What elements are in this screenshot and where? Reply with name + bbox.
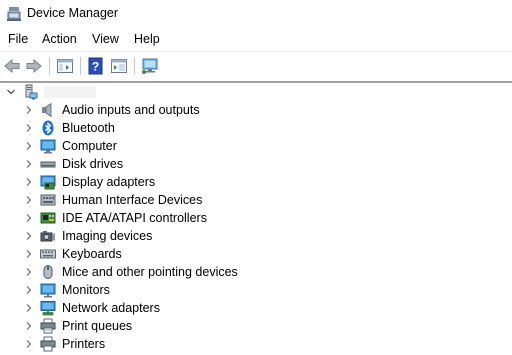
tree-category-label: Imaging devices — [62, 229, 153, 243]
display-adapter-icon — [40, 175, 56, 190]
chevron-right-icon[interactable] — [24, 285, 34, 295]
tree-category-label: IDE ATA/ATAPI controllers — [62, 211, 207, 225]
print-queue-icon — [40, 318, 56, 334]
tree-category-label: Audio inputs and outputs — [62, 103, 200, 117]
forward-arrow-icon[interactable] — [24, 56, 44, 76]
menu-action[interactable]: Action — [42, 32, 77, 46]
tree-category-label: Network adapters — [62, 301, 160, 315]
chevron-right-icon[interactable] — [24, 123, 34, 133]
menu-bar: File Action View Help — [0, 28, 512, 50]
tree-category-label: Bluetooth — [62, 121, 115, 135]
tree-category-row[interactable]: Keyboards — [0, 245, 512, 263]
chevron-right-icon[interactable] — [24, 195, 34, 205]
tree-category-label: Print queues — [62, 319, 133, 333]
help-icon[interactable]: ? — [86, 56, 106, 76]
keyboard-icon — [40, 249, 56, 259]
chevron-right-icon[interactable] — [24, 339, 34, 349]
camera-icon — [40, 231, 55, 242]
chevron-right-icon[interactable] — [24, 141, 34, 151]
svg-text:?: ? — [92, 60, 99, 74]
hid-icon — [40, 194, 56, 206]
speaker-icon — [42, 102, 52, 118]
chevron-right-icon[interactable] — [24, 303, 34, 313]
scan-hardware-monitor-icon[interactable] — [140, 56, 160, 76]
tree-category-label: Printers — [62, 337, 106, 351]
tree-category-row[interactable]: Imaging devices — [0, 227, 512, 245]
tree-category-label: Human Interface Devices — [62, 193, 203, 207]
tree-category-label: Computer — [62, 139, 117, 153]
tree-category-row[interactable]: Human Interface Devices — [0, 191, 512, 209]
toolbar: ? — [0, 51, 512, 79]
title-bar: Device Manager — [0, 0, 512, 28]
toolbar-separator — [49, 57, 50, 75]
show-hide-console-tree-icon[interactable] — [55, 56, 75, 76]
tree-category-row[interactable]: IDE ATA/ATAPI controllers — [0, 209, 512, 227]
menu-file[interactable]: File — [8, 32, 28, 46]
chevron-right-icon[interactable] — [24, 159, 34, 169]
network-adapter-icon — [40, 301, 56, 316]
disk-drive-icon — [40, 161, 56, 168]
chevron-right-icon[interactable] — [24, 267, 34, 277]
device-tree: Audio inputs and outputs Bluetooth Compute… — [0, 83, 512, 355]
bluetooth-icon — [42, 120, 54, 136]
monitor-icon — [40, 283, 56, 298]
device-manager-app-icon — [7, 7, 21, 21]
chevron-right-icon[interactable] — [24, 105, 34, 115]
chevron-right-icon[interactable] — [24, 177, 34, 187]
toolbar-separator — [134, 57, 135, 75]
chevron-right-icon[interactable] — [24, 231, 34, 241]
computer-root-icon — [25, 84, 38, 100]
tree-category-row[interactable]: Network adapters — [0, 299, 512, 317]
chevron-right-icon[interactable] — [24, 213, 34, 223]
chevron-down-icon[interactable] — [6, 87, 16, 97]
toolbar-separator — [80, 57, 81, 75]
tree-category-row[interactable]: Mice and other pointing devices — [0, 263, 512, 281]
ide-controller-icon — [40, 212, 56, 224]
computer-name — [44, 86, 96, 98]
menu-help[interactable]: Help — [134, 32, 160, 46]
printer-icon — [40, 336, 56, 352]
properties-pane-icon[interactable] — [109, 56, 129, 76]
tree-category-label: Monitors — [62, 283, 110, 297]
menu-view[interactable]: View — [92, 32, 119, 46]
mouse-icon — [43, 265, 53, 279]
tree-category-label: Keyboards — [62, 247, 122, 261]
tree-category-row[interactable]: Audio inputs and outputs — [0, 101, 512, 119]
tree-category-row[interactable]: Disk drives — [0, 155, 512, 173]
window-title: Device Manager — [27, 6, 119, 20]
tree-category-row[interactable]: Display adapters — [0, 173, 512, 191]
tree-category-row[interactable]: Print queues — [0, 317, 512, 335]
tree-category-row[interactable]: Printers — [0, 335, 512, 353]
tree-category-label: Disk drives — [62, 157, 124, 171]
tree-category-label: Display adapters — [62, 175, 156, 189]
computer-icon — [40, 139, 56, 154]
tree-root-node[interactable] — [0, 83, 512, 101]
tree-category-row[interactable]: Monitors — [0, 281, 512, 299]
back-arrow-icon[interactable] — [2, 56, 22, 76]
chevron-right-icon[interactable] — [24, 249, 34, 259]
tree-category-label: Mice and other pointing devices — [62, 265, 238, 279]
tree-category-row[interactable]: Bluetooth — [0, 119, 512, 137]
chevron-right-icon[interactable] — [24, 321, 34, 331]
tree-category-row[interactable]: Computer — [0, 137, 512, 155]
